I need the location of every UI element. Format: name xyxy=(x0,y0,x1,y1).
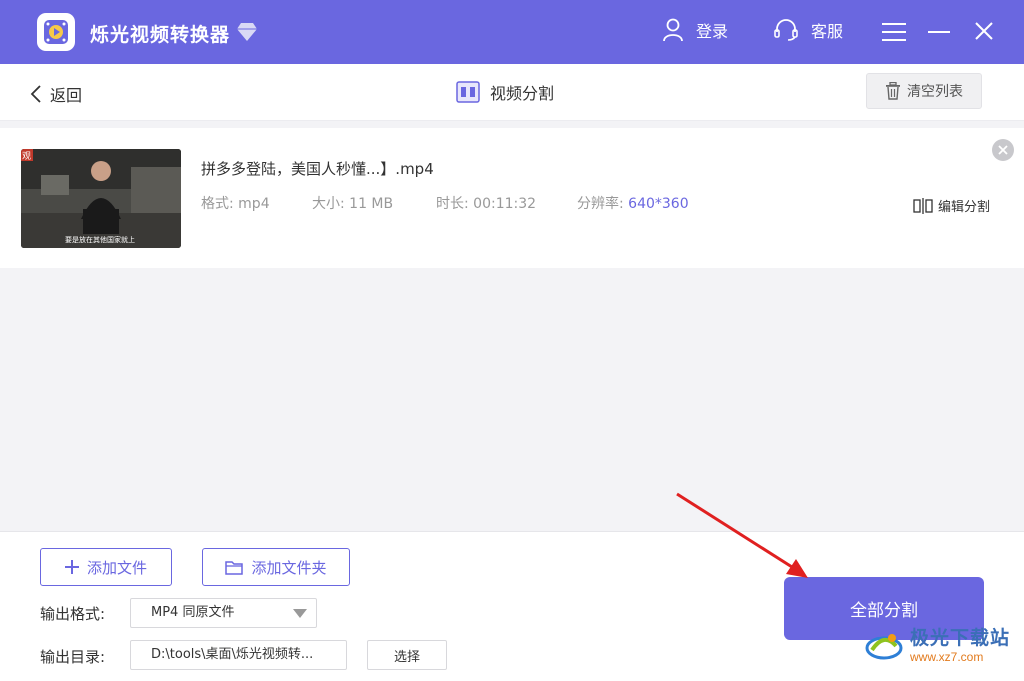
edit-split-button[interactable]: 编辑分割 xyxy=(913,196,990,215)
minimize-icon[interactable] xyxy=(928,31,950,33)
headset-icon xyxy=(774,19,798,41)
output-format-value: MP4 同原文件 xyxy=(151,605,235,620)
login-button[interactable]: 登录 xyxy=(662,18,728,42)
dropdown-caret-icon xyxy=(293,609,307,618)
add-file-button[interactable]: 添加文件 xyxy=(40,548,172,586)
add-file-label: 添加文件 xyxy=(86,558,147,577)
page-title-label: 视频分割 xyxy=(490,84,555,103)
thumbnail-badge: 观 xyxy=(22,152,32,162)
file-name: 拼多多登陆，美国人秒懂...】.mp4 xyxy=(201,160,434,178)
folder-icon xyxy=(225,560,244,575)
file-resolution: 分辨率: 640*360 xyxy=(577,193,689,213)
format-value: mp4 xyxy=(238,196,270,212)
menu-icon[interactable] xyxy=(882,22,906,46)
edit-split-label: 编辑分割 xyxy=(938,200,991,215)
plus-icon xyxy=(64,560,79,574)
close-icon xyxy=(998,145,1008,155)
file-row[interactable]: 观 要是放在其他国家就上 拼多多登陆，美国人秒懂...】.mp4 格式: mp4… xyxy=(0,128,1024,268)
resolution-label: 分辨率: xyxy=(577,196,624,212)
clear-list-button[interactable]: 清空列表 xyxy=(866,73,982,109)
choose-dir-button[interactable]: 选择 xyxy=(367,640,447,670)
service-label: 客服 xyxy=(811,22,844,41)
app-logo-icon xyxy=(37,13,75,51)
page-title: 视频分割 xyxy=(456,80,554,104)
watermark-logo-icon xyxy=(865,634,903,660)
resolution-value: 640*360 xyxy=(628,196,689,212)
output-format-select[interactable]: MP4 同原文件 xyxy=(130,598,317,628)
app-title: 烁光视频转换器 xyxy=(90,24,231,46)
file-size: 大小: 11 MB xyxy=(312,193,393,213)
split-icon xyxy=(913,197,933,214)
close-icon[interactable] xyxy=(974,21,994,45)
login-label: 登录 xyxy=(696,22,729,41)
title-bar: 烁光视频转换器 登录 客服 xyxy=(0,0,1024,64)
add-folder-button[interactable]: 添加文件夹 xyxy=(202,548,350,586)
customer-service-button[interactable]: 客服 xyxy=(773,18,843,42)
format-label: 格式: xyxy=(201,196,234,212)
split-icon xyxy=(456,81,480,103)
watermark-title: 极光下载站 xyxy=(910,627,1011,649)
split-all-label: 全部分割 xyxy=(850,601,918,621)
back-label: 返回 xyxy=(50,86,83,105)
video-thumbnail[interactable]: 观 要是放在其他国家就上 xyxy=(21,149,181,248)
add-folder-label: 添加文件夹 xyxy=(251,558,327,577)
vip-diamond-icon[interactable] xyxy=(236,22,258,46)
duration-value: 00:11:32 xyxy=(473,196,537,212)
output-dir-value: D:\tools\桌面\烁光视频转... xyxy=(151,647,314,662)
trash-icon xyxy=(886,82,900,100)
output-dir-field[interactable]: D:\tools\桌面\烁光视频转... xyxy=(130,640,347,670)
page-header: 返回 视频分割 清空列表 xyxy=(0,64,1024,121)
user-icon xyxy=(663,18,683,42)
watermark-url: www.xz7.com xyxy=(910,650,984,664)
back-button[interactable]: 返回 xyxy=(30,82,82,106)
duration-label: 时长: xyxy=(436,196,469,212)
file-format: 格式: mp4 xyxy=(201,193,270,213)
file-duration: 时长: 00:11:32 xyxy=(436,193,536,213)
output-dir-label: 输出目录: xyxy=(40,648,106,666)
output-format-label: 输出格式: xyxy=(40,605,106,623)
watermark: 极光下载站 www.xz7.com xyxy=(864,626,1010,666)
chevron-left-icon xyxy=(30,85,41,103)
size-value: 11 MB xyxy=(349,196,394,212)
thumbnail-caption: 要是放在其他国家就上 xyxy=(65,236,135,244)
size-label: 大小: xyxy=(312,196,345,212)
clear-list-label: 清空列表 xyxy=(907,84,963,100)
choose-label: 选择 xyxy=(393,649,420,665)
remove-file-button[interactable] xyxy=(992,139,1014,161)
file-list: 观 要是放在其他国家就上 拼多多登陆，美国人秒懂...】.mp4 格式: mp4… xyxy=(0,128,1024,530)
